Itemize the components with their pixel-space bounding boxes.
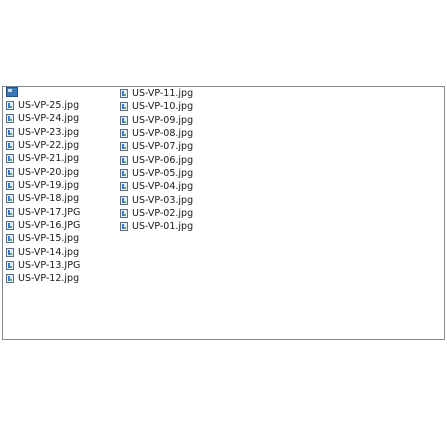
list-item[interactable]: US-VP-05.jpg — [120, 167, 193, 180]
file-column-2: US-VP-11.jpg US-VP-10.jpg US-VP-09.jpg U… — [120, 87, 193, 234]
file-name: US-VP-02.jpg — [132, 208, 194, 220]
list-item[interactable]: US-VP-20.jpg — [6, 166, 80, 179]
file-name: US-VP-11.jpg — [132, 88, 194, 100]
image-file-icon — [6, 261, 14, 271]
image-file-icon — [6, 141, 14, 151]
list-item[interactable]: US-VP-09.jpg — [120, 114, 193, 127]
file-name: US-VP-20.jpg — [18, 166, 80, 178]
file-name: US-VP-05.jpg — [132, 168, 194, 180]
file-name: US-VP-13.JPG — [18, 260, 81, 272]
image-file-icon — [6, 181, 14, 191]
file-name: US-VP-09.jpg — [132, 114, 194, 126]
list-item[interactable]: US-VP-21.jpg — [6, 152, 80, 165]
list-item[interactable]: US-VP-13.JPG — [6, 259, 80, 272]
file-name: US-VP-22.jpg — [18, 140, 80, 152]
file-name: US-VP-07.jpg — [132, 141, 194, 153]
image-file-icon — [6, 167, 14, 177]
list-item[interactable]: US-VP-19.jpg — [6, 179, 80, 192]
image-file-icon — [6, 194, 14, 204]
file-column-1: US-VP-25.jpg US-VP-24.jpg US-VP-23.jpg U… — [6, 87, 80, 286]
list-item[interactable]: US-VP-23.jpg — [6, 126, 80, 139]
image-file-icon — [120, 89, 128, 99]
list-item[interactable]: US-VP-08.jpg — [120, 127, 193, 140]
image-file-icon — [6, 274, 14, 284]
file-name: US-VP-08.jpg — [132, 128, 194, 140]
image-file-icon — [120, 182, 128, 192]
image-file-icon — [120, 155, 128, 165]
image-file-icon — [120, 129, 128, 139]
image-file-icon — [120, 142, 128, 152]
list-item[interactable]: US-VP-17.JPG — [6, 206, 80, 219]
list-item[interactable]: US-VP-06.jpg — [120, 154, 193, 167]
file-name: US-VP-06.jpg — [132, 154, 194, 166]
list-item[interactable]: US-VP-11.jpg — [120, 87, 193, 100]
list-item[interactable]: US-VP-03.jpg — [120, 194, 193, 207]
file-name: US-VP-16.JPG — [18, 220, 81, 232]
file-name: US-VP-17.JPG — [18, 206, 81, 218]
file-list-panel: US-VP-25.jpg US-VP-24.jpg US-VP-23.jpg U… — [2, 86, 445, 340]
image-file-icon — [6, 234, 14, 244]
list-item[interactable]: US-VP-01.jpg — [120, 220, 193, 233]
list-item[interactable]: US-VP-14.jpg — [6, 246, 80, 259]
list-item[interactable]: US-VP-15.jpg — [6, 232, 80, 245]
list-item[interactable]: US-VP-04.jpg — [120, 180, 193, 193]
image-file-icon — [6, 247, 14, 257]
image-file-icon — [120, 222, 128, 232]
list-item[interactable]: US-VP-16.JPG — [6, 219, 80, 232]
image-file-icon — [6, 207, 14, 217]
file-name: US-VP-19.jpg — [18, 180, 80, 192]
file-name: US-VP-18.jpg — [18, 193, 80, 205]
file-name: US-VP-23.jpg — [18, 126, 80, 138]
image-file-icon — [120, 209, 128, 219]
image-file-icon — [6, 114, 14, 124]
file-name: US-VP-21.jpg — [18, 153, 80, 165]
list-item[interactable]: US-VP-24.jpg — [6, 112, 80, 125]
image-file-icon — [120, 102, 128, 112]
list-item[interactable]: US-VP-12.jpg — [6, 272, 80, 285]
image-file-icon — [120, 195, 128, 205]
image-file-icon — [6, 101, 14, 111]
file-name: US-VP-15.jpg — [18, 233, 80, 245]
file-name: US-VP-25.jpg — [18, 100, 80, 112]
list-item[interactable]: US-VP-18.jpg — [6, 192, 80, 205]
image-file-icon — [120, 115, 128, 125]
list-item[interactable]: US-VP-10.jpg — [120, 100, 193, 113]
list-item[interactable]: US-VP-07.jpg — [120, 140, 193, 153]
image-file-icon — [120, 169, 128, 179]
image-file-icon — [6, 154, 14, 164]
file-name: US-VP-14.jpg — [18, 246, 80, 258]
file-name: US-VP-04.jpg — [132, 181, 194, 193]
file-name: US-VP-10.jpg — [132, 101, 194, 113]
image-file-icon — [6, 127, 14, 137]
list-item[interactable]: US-VP-02.jpg — [120, 207, 193, 220]
list-item[interactable]: US-VP-25.jpg — [6, 99, 80, 112]
image-file-icon — [6, 221, 14, 231]
file-name: US-VP-24.jpg — [18, 113, 80, 125]
file-name: US-VP-12.jpg — [18, 273, 80, 285]
list-item[interactable]: US-VP-22.jpg — [6, 139, 80, 152]
file-name: US-VP-01.jpg — [132, 221, 194, 233]
file-name: US-VP-03.jpg — [132, 194, 194, 206]
